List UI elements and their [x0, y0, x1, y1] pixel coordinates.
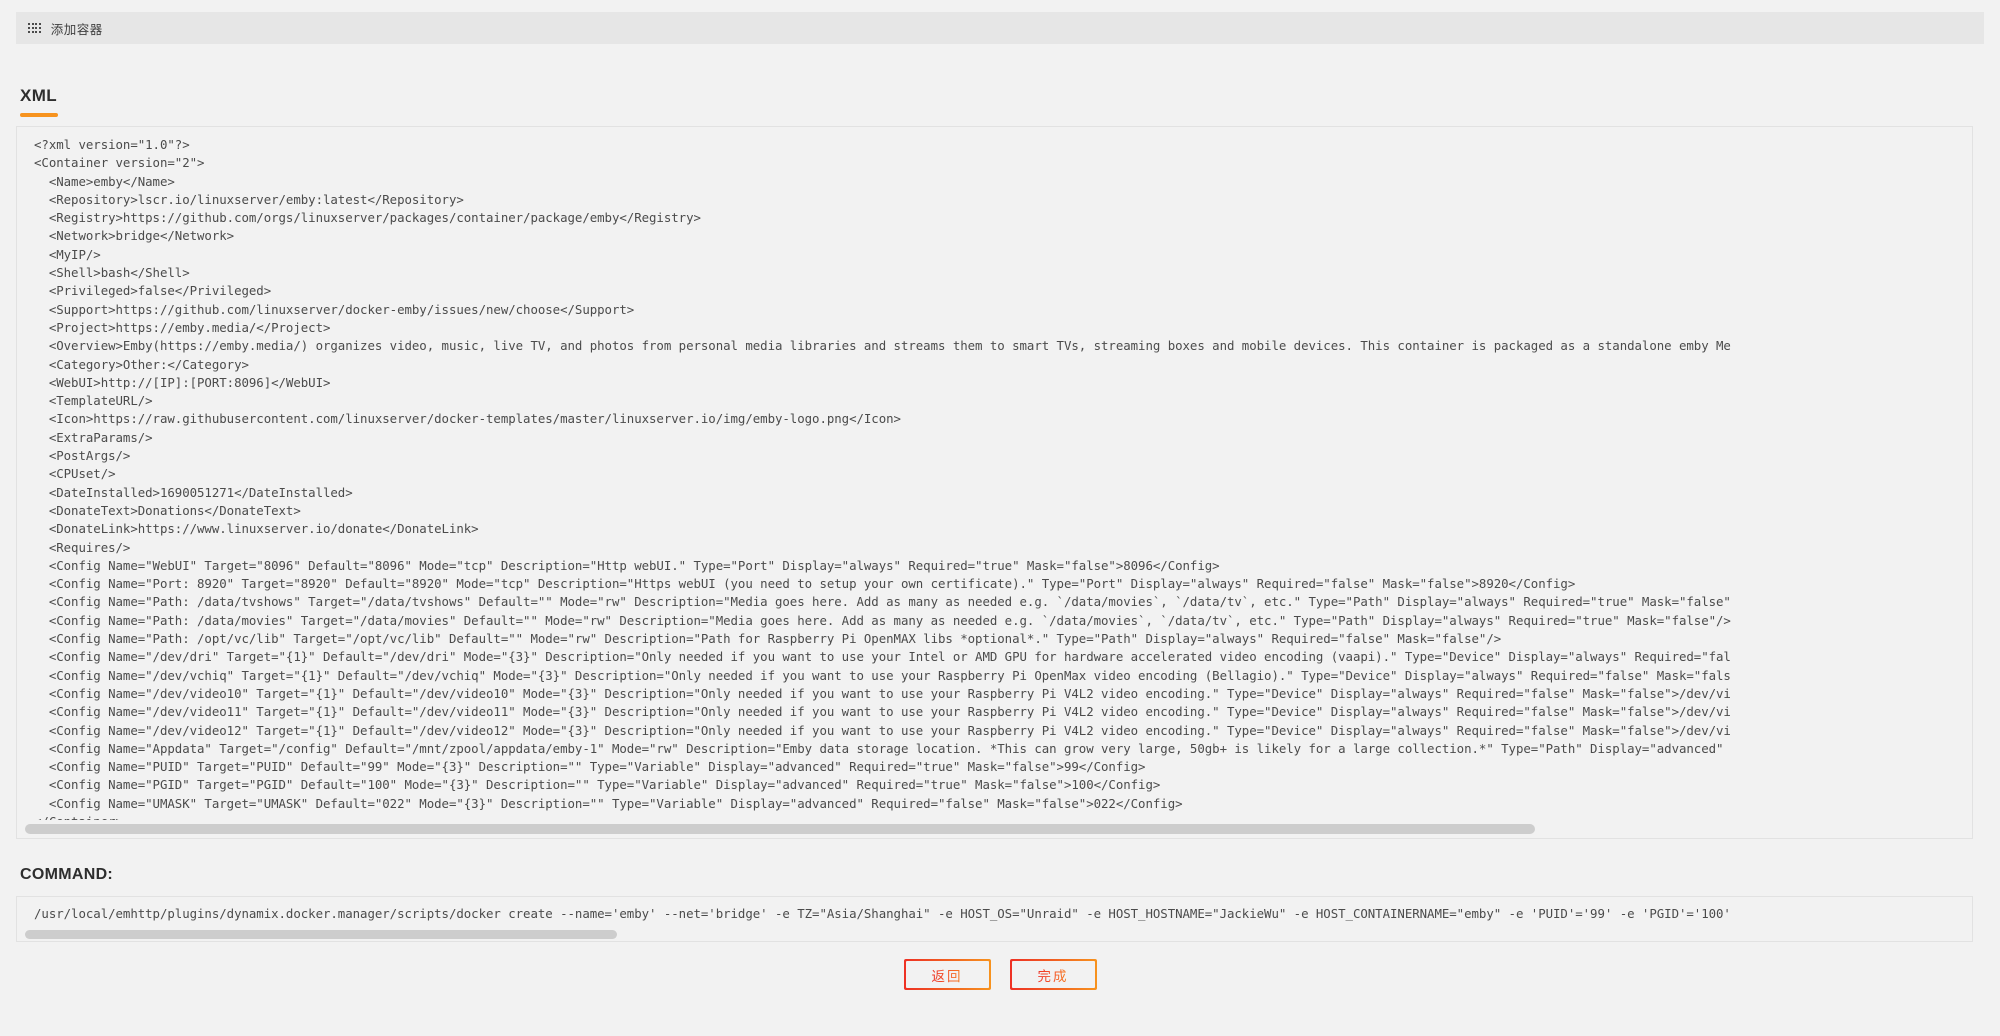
command-scrollbar-thumb[interactable]	[25, 930, 617, 939]
command-section-label: COMMAND:	[20, 866, 114, 883]
xml-horizontal-scrollbar[interactable]	[17, 820, 1972, 838]
back-button[interactable]: 返回	[903, 959, 991, 990]
action-button-row: 返回 完成	[0, 959, 2000, 990]
command-horizontal-scrollbar[interactable]	[17, 929, 1972, 941]
grid-apps-icon	[28, 23, 41, 33]
xml-code-text: <?xml version="1.0"?> <Container version…	[34, 137, 1731, 829]
tab-active-indicator	[20, 113, 58, 117]
command-panel[interactable]: /usr/local/emhttp/plugins/dynamix.docker…	[16, 896, 1973, 942]
xml-scrollbar-thumb[interactable]	[25, 824, 1535, 834]
tab-xml[interactable]: XML	[20, 86, 58, 117]
back-button-label: 返回	[932, 965, 963, 985]
tab-bar: XML	[20, 86, 58, 117]
page-header-bar: 添加容器	[16, 12, 1984, 44]
done-button-label: 完成	[1038, 965, 1069, 985]
page-title: 添加容器	[50, 22, 103, 37]
done-button[interactable]: 完成	[1009, 959, 1097, 990]
tab-xml-label: XML	[20, 86, 58, 105]
xml-code-panel[interactable]: <?xml version="1.0"?> <Container version…	[16, 126, 1973, 839]
command-text: /usr/local/emhttp/plugins/dynamix.docker…	[34, 906, 1731, 921]
